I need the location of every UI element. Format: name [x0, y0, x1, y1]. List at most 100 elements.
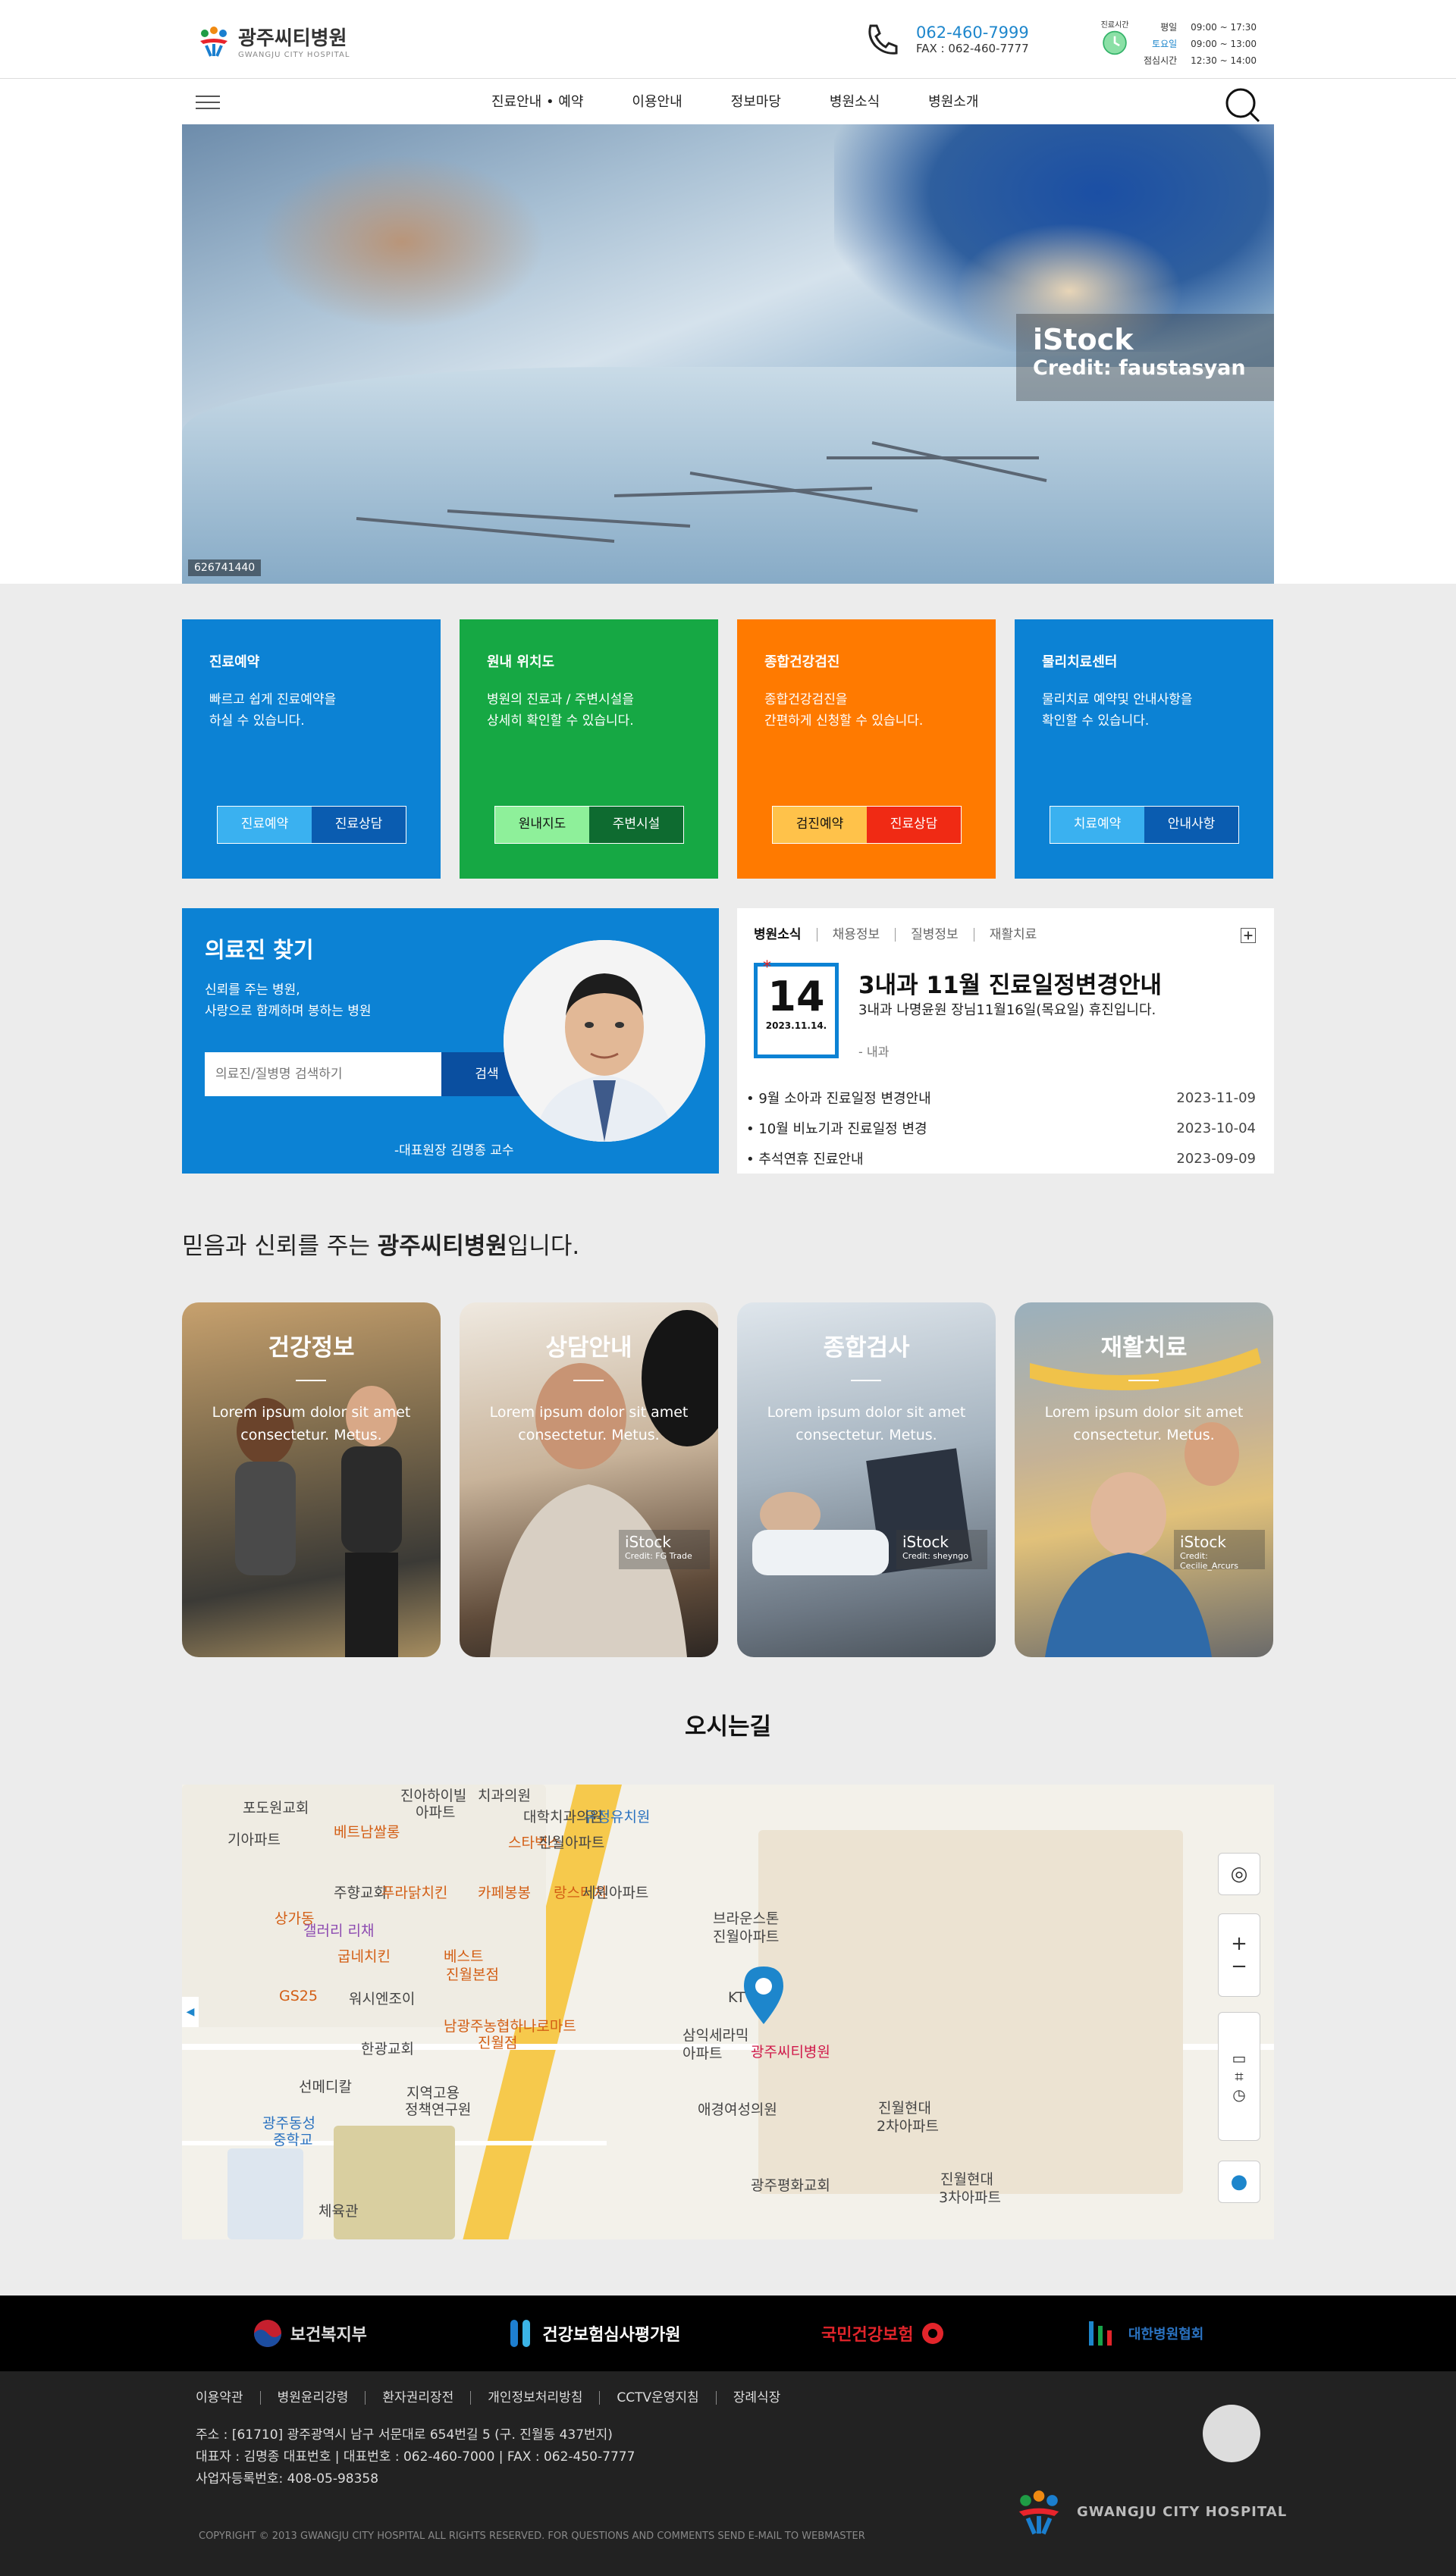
news-item-date: 2023-11-09: [1176, 1089, 1256, 1106]
service-btn-primary[interactable]: 검진예약: [773, 807, 867, 843]
map-label: 3차아파트: [939, 2189, 1002, 2206]
news-item-date: 2023-10-04: [1176, 1120, 1256, 1136]
card-title: 상담안내: [545, 1334, 632, 1362]
zoom-in-icon[interactable]: +: [1231, 1932, 1247, 1955]
measure-icon[interactable]: ⌗: [1235, 2067, 1243, 2086]
partner-mohw[interactable]: 보건복지부: [253, 2318, 367, 2349]
hero-banner: iStock Credit: faustasyan 626741440: [182, 124, 1274, 584]
nav-item-usage[interactable]: 이용안내: [607, 91, 706, 111]
more-icon[interactable]: [1241, 928, 1256, 943]
map-label: 베트남쌀롱: [334, 1824, 400, 1841]
kha-logo-icon: [1088, 2321, 1112, 2346]
footer-copyright: COPYRIGHT © 2013 GWANGJU CITY HOSPITAL A…: [199, 2531, 865, 2542]
service-btn-primary[interactable]: 진료예약: [218, 807, 312, 843]
service-btn-primary[interactable]: 치료예약: [1050, 807, 1144, 843]
map-label: 워시엔조이: [349, 1991, 416, 2007]
tagline-pre: 믿음과 신뢰를 주는: [182, 1233, 378, 1260]
tab-recruit[interactable]: 채용정보: [816, 928, 896, 942]
service-desc: 빠르고 쉽게 진료예약을: [209, 692, 337, 707]
service-btn-secondary[interactable]: 주변시설: [589, 807, 683, 843]
zoom-out-icon[interactable]: −: [1231, 1955, 1247, 1978]
service-btn-secondary[interactable]: 진료상담: [867, 807, 961, 843]
footer-link-patient-rights[interactable]: 환자권리장전: [365, 2391, 470, 2405]
location-map[interactable]: 포도원교회 진아하이빌 아파트 치과의원 유정유치원 대학치과의원 베트남쌀롱 스타벅스 진월아…: [182, 1785, 1274, 2239]
partner-hira[interactable]: 건강보험심사평가원: [507, 2318, 681, 2349]
doctor-search-panel: 의료진 찾기 신뢰를 주는 병원,사랑으로 함께하며 봉하는 병원 검색 -대표…: [182, 908, 719, 1174]
map-label: 치과의원: [478, 1788, 531, 1804]
service-btn-secondary[interactable]: 진료상담: [312, 807, 406, 843]
menu-icon[interactable]: [196, 96, 220, 111]
map-tools[interactable]: ▭ ⌗ ◷: [1218, 2012, 1260, 2141]
map-locate-icon[interactable]: ◎: [1218, 1853, 1260, 1895]
map-label: 카페봉봉: [478, 1885, 531, 1901]
hours-time: 12:30 ~ 14:00: [1191, 55, 1257, 66]
footer-link-privacy[interactable]: 개인정보처리방침: [470, 2391, 599, 2405]
card-desc: consectetur. Metus.: [240, 1427, 382, 1443]
layers-icon[interactable]: ▭: [1232, 2049, 1247, 2067]
card-desc: Lorem ipsum dolor sit amet: [767, 1404, 966, 1421]
map-label: GS25: [279, 1988, 318, 2004]
footer-address: 주소 : [61710] 광주광역시 남구 서문대로 654번길 5 (구. 진…: [196, 2427, 613, 2443]
nav-item-info[interactable]: 정보마당: [707, 91, 805, 111]
map-label: 진월본점: [446, 1966, 499, 1983]
footer-representative: 대표자 : 김명종 대표번호 | 대표번호 : 062-460-7000 | F…: [196, 2449, 635, 2465]
map-label: 주향교회: [334, 1885, 387, 1901]
map-marker-icon[interactable]: ●: [1218, 2161, 1260, 2203]
tab-rehab[interactable]: 재활치료: [973, 928, 1053, 942]
scroll-top-button[interactable]: [1203, 2405, 1260, 2462]
news-list-item[interactable]: • 10월 비뇨기과 진료일정 변경 2023-10-04: [746, 1113, 1256, 1143]
footer-link-ethics[interactable]: 병원윤리강령: [259, 2391, 366, 2405]
card-consultation[interactable]: 상담안내 Lorem ipsum dolor sit amet consectet…: [460, 1302, 718, 1657]
partner-nhis[interactable]: 국민건강보험: [821, 2321, 945, 2346]
service-desc: 상세히 확인할 수 있습니다.: [487, 713, 634, 729]
map-label: 진월현대: [878, 2100, 931, 2117]
doctor-desc: 사랑으로 함께하며 봉하는 병원: [205, 1004, 372, 1019]
map-label: 진월아파트: [538, 1835, 605, 1851]
doctor-search-input[interactable]: [205, 1052, 441, 1096]
footer-logo-icon: [1018, 2490, 1059, 2535]
phone-number[interactable]: 062-460-7999: [916, 24, 1029, 42]
tab-hospital-news[interactable]: 병원소식: [754, 928, 817, 942]
tagline-post: 입니다.: [507, 1233, 580, 1260]
hero-watermark: iStock Credit: faustasyan: [1016, 314, 1274, 401]
service-btn-secondary[interactable]: 안내사항: [1144, 807, 1238, 843]
compass-icon[interactable]: ◷: [1232, 2086, 1245, 2104]
nav-item-about[interactable]: 병원소개: [904, 91, 1003, 111]
footer-business-number: 사업자등록번호: 408-05-98358: [196, 2471, 379, 2487]
news-list-item[interactable]: • 추석연휴 진료안내 2023-09-09: [746, 1143, 1256, 1174]
news-list-item[interactable]: • 9월 소아과 진료일정 변경안내 2023-11-09: [746, 1083, 1256, 1113]
news-list: • 9월 소아과 진료일정 변경안내 2023-11-09 • 10월 비뇨기과 …: [746, 1083, 1256, 1174]
footer-link-cctv[interactable]: CCTV운영지침: [599, 2391, 715, 2405]
search-icon[interactable]: [1222, 85, 1262, 124]
service-btn-primary[interactable]: 원내지도: [495, 807, 589, 843]
card-health-info[interactable]: 건강정보 Lorem ipsum dolor sit amet consectet…: [182, 1302, 441, 1657]
footer-link-funeral[interactable]: 장례식장: [715, 2391, 798, 2405]
map-zoom-control[interactable]: + −: [1218, 1913, 1260, 1997]
footer-link-terms[interactable]: 이용약관: [196, 2391, 260, 2405]
surgical-tools-image: [356, 441, 1047, 543]
service-desc: 물리치료 예약및 안내사항을: [1042, 692, 1193, 707]
card-desc: Lorem ipsum dolor sit amet: [212, 1404, 411, 1421]
logo-text: 광주씨티병원: [238, 27, 347, 50]
footer-logo: GWANGJU CITY HOSPITAL: [1009, 2485, 1287, 2538]
footer-logo-text: GWANGJU CITY HOSPITAL: [1077, 2503, 1288, 2520]
map-panel-toggle-icon[interactable]: ◀: [182, 1997, 199, 2027]
card-title: 재활치료: [1100, 1334, 1188, 1362]
nav-item-news[interactable]: 병원소식: [805, 91, 904, 111]
hours-time: 09:00 ~ 17:30: [1191, 22, 1257, 33]
news-headline[interactable]: 3내과 11월 진료일정변경안내: [858, 966, 1162, 1000]
partner-kha[interactable]: 대한병원협회: [1086, 2318, 1203, 2349]
tab-disease-info[interactable]: 질병정보: [895, 928, 974, 942]
map-label: 진월현대: [940, 2171, 993, 2188]
hospital-logo[interactable]: 광주씨티병원 GWANGJU CITY HOSPITAL: [196, 23, 350, 59]
card-examination[interactable]: 종합검사 Lorem ipsum dolor sit amet consectet…: [737, 1302, 996, 1657]
service-box-therapy: 물리치료센터 물리치료 예약및 안내사항을 확인할 수 있습니다. 치료예약 안내사…: [1015, 619, 1273, 879]
nav-item-reservation[interactable]: 진료안내 • 예약: [467, 91, 607, 111]
service-desc: 병원의 진료과 / 주변시설을: [487, 692, 634, 707]
map-label: 애경여성의원: [698, 2101, 777, 2118]
news-summary: 3내과 나명윤원 장님11월16일(목요일) 휴진입니다.: [858, 1002, 1156, 1018]
card-rehabilitation[interactable]: 재활치료 Lorem ipsum dolor sit amet consectet…: [1015, 1302, 1273, 1657]
news-item-title: 10월 비뇨기과 진료일정 변경: [758, 1121, 927, 1137]
hours-day: 토요일: [1152, 39, 1178, 49]
watermark-credit: Credit: faustasyan: [1033, 356, 1246, 380]
